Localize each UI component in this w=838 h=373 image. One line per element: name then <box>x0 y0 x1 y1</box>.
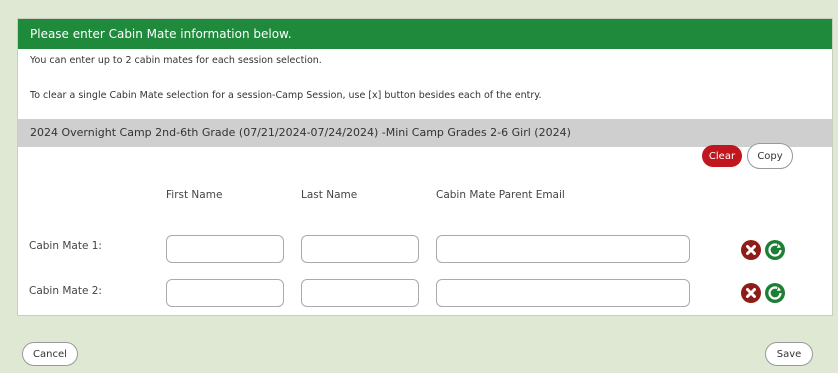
cabin-mate-2-email-input[interactable] <box>436 279 690 307</box>
close-icon <box>746 288 756 298</box>
email-column-header: Cabin Mate Parent Email <box>436 189 565 201</box>
cancel-button[interactable]: Cancel <box>22 342 78 366</box>
cabin-mate-1-clear-button[interactable] <box>741 240 761 260</box>
clear-button[interactable]: Clear <box>702 145 742 167</box>
close-icon <box>746 245 756 255</box>
cabin-mate-panel: Please enter Cabin Mate information belo… <box>17 18 833 316</box>
refresh-icon <box>768 286 782 300</box>
cabin-mate-2-clear-button[interactable] <box>741 283 761 303</box>
session-title-bar: 2024 Overnight Camp 2nd-6th Grade (07/21… <box>18 119 832 147</box>
cabin-mate-2-first-name-input[interactable] <box>166 279 284 307</box>
first-name-column-header: First Name <box>166 189 223 201</box>
last-name-column-header: Last Name <box>301 189 358 201</box>
cabin-mate-2-last-name-input[interactable] <box>301 279 419 307</box>
clear-info-text: To clear a single Cabin Mate selection f… <box>30 90 542 101</box>
limit-info-text: You can enter up to 2 cabin mates for ea… <box>30 55 322 66</box>
refresh-icon <box>768 243 782 257</box>
cabin-mate-1-first-name-input[interactable] <box>166 235 284 263</box>
cabin-mate-1-label: Cabin Mate 1: <box>29 240 102 252</box>
cabin-mate-1-refresh-button[interactable] <box>765 240 785 260</box>
cabin-mate-2-label: Cabin Mate 2: <box>29 285 102 297</box>
save-button[interactable]: Save <box>765 342 813 366</box>
cabin-mate-2-refresh-button[interactable] <box>765 283 785 303</box>
panel-header: Please enter Cabin Mate information belo… <box>18 19 832 49</box>
copy-button[interactable]: Copy <box>747 143 793 169</box>
cabin-mate-1-email-input[interactable] <box>436 235 690 263</box>
cabin-mate-1-last-name-input[interactable] <box>301 235 419 263</box>
